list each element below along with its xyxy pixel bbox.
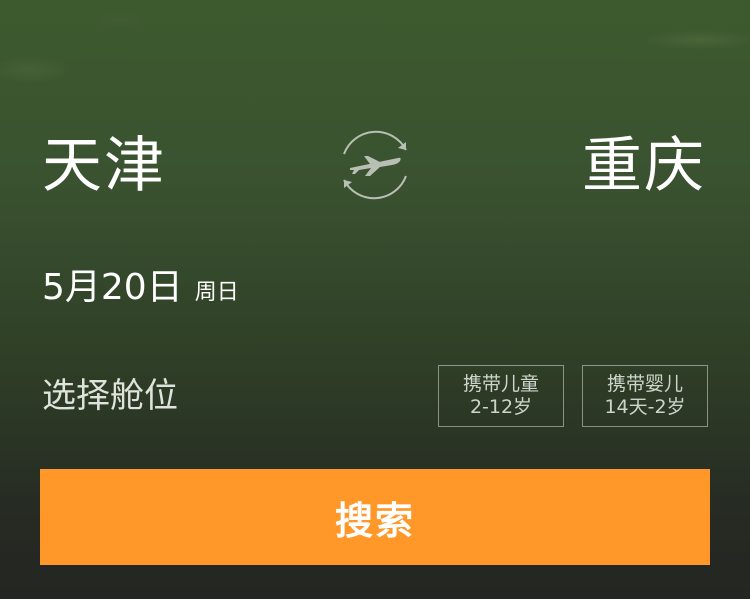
arrival-city[interactable]: 重庆 (582, 134, 706, 198)
infant-label: 携带婴儿 (606, 373, 683, 395)
child-age-range: 2-12岁 (469, 396, 533, 418)
cabin-select[interactable]: 选择舱位 (42, 374, 178, 418)
child-passenger-toggle[interactable]: 携带儿童 2-12岁 (438, 365, 564, 427)
flight-search-panel: 天津 重庆 5月20日 周日 选择舱位 携带儿童 2-12岁 携带婴儿 14天-… (0, 0, 750, 599)
date-text: 5月20日 (42, 267, 183, 308)
swap-cities-button[interactable] (336, 124, 414, 204)
departure-city[interactable]: 天津 (42, 134, 166, 198)
weekday-text: 周日 (194, 280, 239, 305)
infant-passenger-toggle[interactable]: 携带婴儿 14天-2岁 (582, 365, 708, 427)
infant-age-range: 14天-2岁 (604, 396, 686, 418)
plane-swap-icon (343, 130, 407, 200)
child-label: 携带儿童 (462, 373, 539, 395)
departure-date[interactable]: 5月20日 周日 (42, 268, 239, 308)
background-texture (0, 0, 750, 120)
search-button[interactable]: 搜索 (40, 469, 710, 565)
